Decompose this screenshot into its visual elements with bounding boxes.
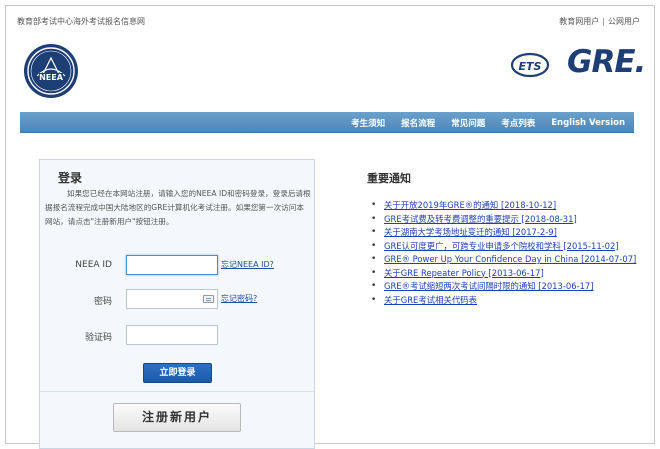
notice-link[interactable]: GRE考试费及转考费调整的重要提示 [2018-08-31] xyxy=(384,214,577,224)
neea-id-input[interactable] xyxy=(126,255,218,275)
register-button[interactable]: 注册新用户 xyxy=(113,403,241,432)
password-input[interactable] xyxy=(126,289,218,309)
login-panel: 登录 如果您已经在本网站注册，请输入您的NEEA ID和密码登录，登录后请根据报… xyxy=(39,159,315,449)
svg-text:ETS: ETS xyxy=(519,60,542,73)
notices-title: 重要通知 xyxy=(367,172,411,185)
nav-item-process[interactable]: 报名流程 xyxy=(401,117,435,129)
notice-link[interactable]: 关于GRE Repeater Policy [2013-06-17] xyxy=(384,268,544,278)
notice-item: 关于GRE Repeater Policy [2013-06-17] xyxy=(370,268,638,280)
notice-link[interactable]: 关于湖南大学考场地址变迁的通知 [2017-2-9] xyxy=(384,227,557,237)
link-separator: | xyxy=(602,17,605,26)
ets-logo: ETS xyxy=(510,52,550,78)
notice-item: 关于GRE考试相关代码表 xyxy=(370,295,638,307)
login-intro: 如果您已经在本网站注册，请输入您的NEEA ID和密码登录，登录后请根据报名流程… xyxy=(45,189,311,226)
panel-divider xyxy=(40,391,314,392)
nav-item-instructions[interactable]: 考生须知 xyxy=(351,117,385,129)
nav-item-faq[interactable]: 常见问题 xyxy=(451,117,485,129)
svg-text:NEEA: NEEA xyxy=(39,73,64,82)
login-button[interactable]: 立即登录 xyxy=(143,363,212,383)
notice-item: GRE认可度更广，可跨专业申请多个院校和学科 [2015-11-02] xyxy=(370,241,638,253)
password-label: 密码 xyxy=(93,297,112,307)
captcha-label: 验证码 xyxy=(84,333,112,343)
notice-item: 关于开放2019年GRE®的通知 [2018-10-12] xyxy=(370,200,638,212)
main-nav: 考生须知 报名流程 常见问题 考点列表 English Version xyxy=(20,112,634,133)
forgot-neea-id-link[interactable]: 忘记NEEA ID? xyxy=(221,259,274,270)
public-user-link[interactable]: 公网用户 xyxy=(608,17,640,26)
notice-item: GRE® Power Up Your Confidence Day in Chi… xyxy=(370,254,638,266)
notice-item: GRE考试费及转考费调整的重要提示 [2018-08-31] xyxy=(370,214,638,226)
user-type-links: 教育网用户 | 公网用户 xyxy=(559,16,640,27)
neea-logo: NEEA xyxy=(24,44,78,98)
notice-link[interactable]: 关于开放2019年GRE®的通知 [2018-10-12] xyxy=(384,200,556,210)
nav-item-test-centers[interactable]: 考点列表 xyxy=(501,117,535,129)
notice-link[interactable]: GRE认可度更广，可跨专业申请多个院校和学科 [2015-11-02] xyxy=(384,241,619,251)
gre-logo: GRE. xyxy=(567,44,646,80)
nav-item-english[interactable]: English Version xyxy=(551,118,625,128)
keyboard-icon[interactable] xyxy=(203,295,214,303)
neea-id-label: NEEA ID xyxy=(75,260,112,270)
notice-item: GRE®考试缩短两次考试间隔时限的通知 [2013-06-17] xyxy=(370,281,638,293)
top-links-bar: 教育部考试中心海外考试报名信息网 教育网用户 | 公网用户 xyxy=(17,16,640,30)
forgot-password-link[interactable]: 忘记密码? xyxy=(221,293,257,304)
site-title: 教育部考试中心海外考试报名信息网 xyxy=(17,17,145,26)
edu-user-link[interactable]: 教育网用户 xyxy=(559,17,599,26)
notice-link[interactable]: GRE®考试缩短两次考试间隔时限的通知 [2013-06-17] xyxy=(384,281,593,291)
login-title: 登录 xyxy=(58,171,83,185)
notices-list: 关于开放2019年GRE®的通知 [2018-10-12] GRE考试费及转考费… xyxy=(370,200,638,308)
notice-link[interactable]: GRE® Power Up Your Confidence Day in Chi… xyxy=(384,254,636,264)
notice-link[interactable]: 关于GRE考试相关代码表 xyxy=(384,295,477,305)
notice-item: 关于湖南大学考场地址变迁的通知 [2017-2-9] xyxy=(370,227,638,239)
captcha-input[interactable] xyxy=(126,325,218,345)
